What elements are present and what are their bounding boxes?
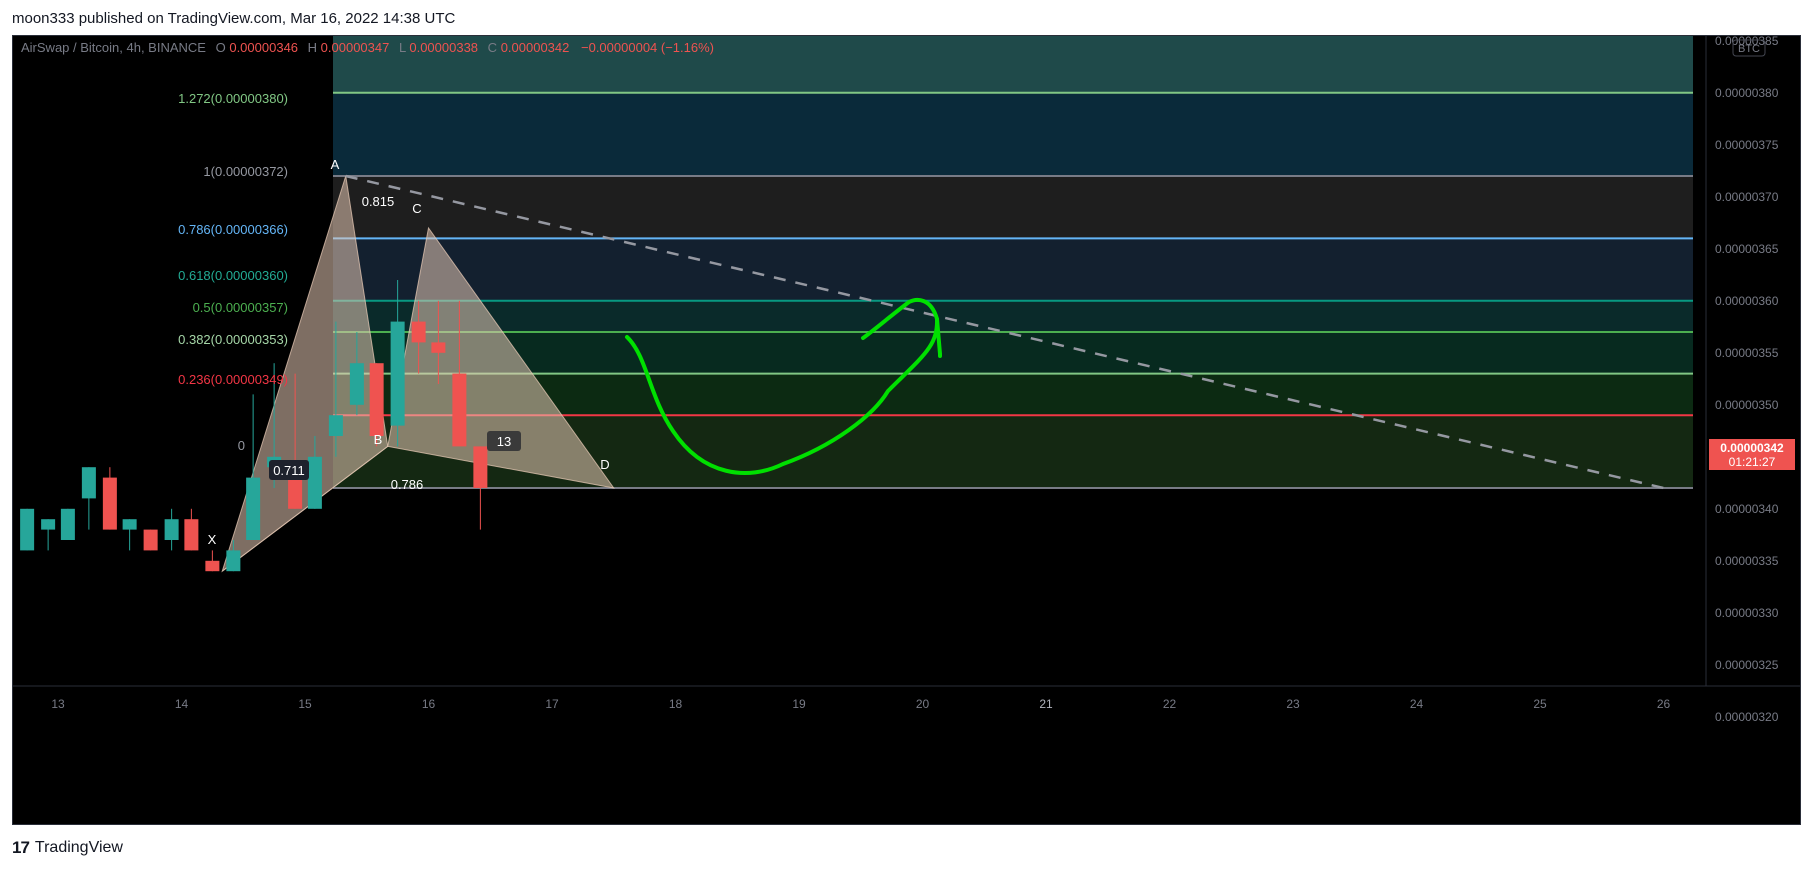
price-tick-label: 0.00000365 xyxy=(1715,242,1779,256)
countdown-timer: 01:21:27 xyxy=(1729,455,1776,469)
currency-badge-label: BTC xyxy=(1738,43,1760,55)
point-label-x: X xyxy=(208,532,217,547)
fib-label-1272: 1.272(0.00000380) xyxy=(178,91,288,106)
candle-body-1 xyxy=(41,519,56,530)
time-tick-label: 22 xyxy=(1163,697,1177,711)
candle-body-14 xyxy=(307,456,322,509)
candle-body-3 xyxy=(81,467,96,499)
price-tick-label: 0.00000370 xyxy=(1715,190,1779,204)
tradingview-wordmark: TradingView xyxy=(34,839,123,856)
candle-body-22 xyxy=(473,446,488,488)
fib-zone-2 xyxy=(333,238,1693,301)
legend-c-label: C xyxy=(488,40,497,55)
price-tick-label: 0.00000330 xyxy=(1715,606,1779,620)
legend-l-label: L xyxy=(399,40,406,55)
fib-label-0786: 0.786(0.00000366) xyxy=(178,222,288,237)
candle-body-8 xyxy=(184,519,199,551)
chart-svg[interactable]: 1.272(0.00000380) 1(0.00000372) 0.786(0.… xyxy=(13,34,1800,824)
fib-zone-1 xyxy=(333,176,1693,239)
time-tick-label: 26 xyxy=(1657,697,1671,711)
candle-body-4 xyxy=(102,477,117,530)
ratio-label-bc: 0.815 xyxy=(362,194,395,209)
time-tick-label: 23 xyxy=(1286,697,1300,711)
point-label-d: D xyxy=(600,457,609,472)
candle-body-11 xyxy=(246,477,261,540)
time-tick-label: 18 xyxy=(669,697,683,711)
candle-body-7 xyxy=(164,519,179,540)
price-tick-label: 0.00000325 xyxy=(1715,658,1779,672)
fib-zone-3 xyxy=(333,300,1693,332)
fib-label-0236: 0.236(0.00000349) xyxy=(178,372,288,387)
price-tick-label: 0.00000360 xyxy=(1715,294,1779,308)
time-tick-label: 17 xyxy=(545,697,559,711)
candle-body-9 xyxy=(205,560,220,572)
point-label-c: C xyxy=(412,201,421,216)
price-tick-label: 0.00000380 xyxy=(1715,86,1779,100)
ratio-label-xb: 0.711 xyxy=(273,463,305,478)
legend-o-value: 0.00000346 xyxy=(229,40,298,55)
point-label-a: A xyxy=(331,157,340,172)
fib-label-0: 0 xyxy=(238,438,245,453)
price-tick-label: 0.00000375 xyxy=(1715,138,1779,152)
price-tick-label: 0.00000340 xyxy=(1715,502,1779,516)
candle-body-10 xyxy=(226,550,241,572)
time-tick-label: 15 xyxy=(298,697,312,711)
candle-body-18 xyxy=(390,321,405,426)
fib-label-0618: 0.618(0.00000360) xyxy=(178,268,288,283)
tradingview-mark-icon: 17 xyxy=(12,838,30,857)
time-tick-label: 21 xyxy=(1039,697,1053,711)
candle-body-6 xyxy=(143,529,158,551)
fib-label-1: 1(0.00000372) xyxy=(203,164,288,179)
legend-h-label: H xyxy=(308,40,317,55)
price-tick-label: 0.00000350 xyxy=(1715,398,1779,412)
time-tick-label: 25 xyxy=(1533,697,1547,711)
fib-zone-4 xyxy=(333,332,1693,374)
chart-container[interactable]: 1.272(0.00000380) 1(0.00000372) 0.786(0.… xyxy=(12,34,1801,825)
candle-body-0 xyxy=(20,508,35,551)
candle-body-20 xyxy=(431,342,446,353)
time-tick-label: 19 xyxy=(792,697,806,711)
price-tick-label: 0.00000335 xyxy=(1715,554,1779,568)
price-tick-label: 0.00000320 xyxy=(1715,710,1779,724)
symbol-legend[interactable]: AirSwap / Bitcoin, 4h, BINANCE O 0.00000… xyxy=(21,40,714,55)
time-tick-label: 16 xyxy=(422,697,436,711)
fib-label-05: 0.5(0.00000357) xyxy=(193,300,288,315)
legend-c-value: 0.00000342 xyxy=(501,40,570,55)
svg-text:AirSwap / Bitcoin, 4h, BINANCE: AirSwap / Bitcoin, 4h, BINANCE O 0.00000… xyxy=(21,40,714,55)
candle-body-15 xyxy=(328,415,343,436)
time-tick-label: 13 xyxy=(51,697,65,711)
legend-h-value: 0.00000347 xyxy=(321,40,390,55)
tradingview-logo[interactable]: 17 TradingView xyxy=(12,838,123,858)
legend-l-value: 0.00000338 xyxy=(409,40,478,55)
published-header: moon333 published on TradingView.com, Ma… xyxy=(12,10,456,27)
time-tick-label: 24 xyxy=(1410,697,1424,711)
candle-body-21 xyxy=(452,373,467,447)
legend-change: −0.00000004 (−1.16%) xyxy=(581,40,714,55)
point-label-b: B xyxy=(374,432,383,447)
bars-count-label: 13 xyxy=(497,434,511,449)
last-price-value: 0.00000342 xyxy=(1720,441,1784,455)
fib-zone-0 xyxy=(333,92,1693,176)
legend-o-label: O xyxy=(216,40,226,55)
candle-body-2 xyxy=(60,508,75,540)
candle-body-13 xyxy=(288,477,303,509)
candle-body-19 xyxy=(411,321,426,343)
time-tick-label: 14 xyxy=(175,697,189,711)
fib-label-0382: 0.382(0.00000353) xyxy=(178,332,288,347)
time-tick-label: 20 xyxy=(916,697,930,711)
candle-body-17 xyxy=(369,363,384,436)
legend-symbol: AirSwap / Bitcoin, 4h, BINANCE xyxy=(21,40,206,55)
ratio-label-ac: 0.786 xyxy=(391,477,424,492)
candle-body-5 xyxy=(122,519,137,530)
price-tick-label: 0.00000355 xyxy=(1715,346,1779,360)
candle-body-16 xyxy=(349,363,364,405)
